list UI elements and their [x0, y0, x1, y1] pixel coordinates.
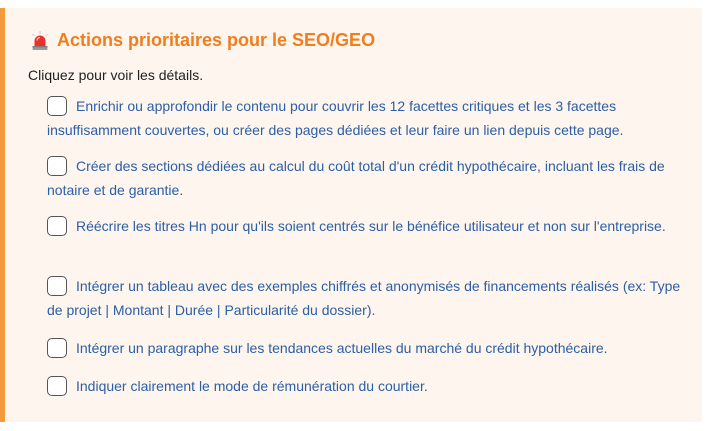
panel-title: Actions prioritaires pour le SEO/GEO: [57, 30, 376, 50]
action-item-1[interactable]: Enrichir ou approfondir le contenu pour …: [47, 94, 692, 142]
action-checkbox-2[interactable]: [47, 156, 67, 176]
action-checkbox-4[interactable]: [47, 276, 67, 296]
action-label-6[interactable]: Indiquer clairement le mode de rémunérat…: [76, 378, 428, 394]
panel-header: Actions prioritaires pour le SEO/GEO: [31, 30, 375, 51]
action-item-2[interactable]: Créer des sections dédiées au calcul du …: [47, 154, 692, 202]
action-label-4[interactable]: Intégrer un tableau avec des exemples ch…: [47, 278, 680, 318]
panel-subtitle: Cliquez pour voir les détails.: [28, 67, 204, 83]
action-item-5[interactable]: Intégrer un paragraphe sur les tendances…: [47, 336, 692, 360]
action-label-2[interactable]: Créer des sections dédiées au calcul du …: [47, 158, 665, 198]
action-label-1[interactable]: Enrichir ou approfondir le contenu pour …: [47, 98, 623, 138]
action-label-3[interactable]: Réécrire les titres Hn pour qu'ils soien…: [76, 218, 666, 234]
action-checkbox-6[interactable]: [47, 376, 67, 396]
action-item-3[interactable]: Réécrire les titres Hn pour qu'ils soien…: [47, 214, 692, 238]
action-label-5[interactable]: Intégrer un paragraphe sur les tendances…: [76, 340, 608, 356]
action-checkbox-5[interactable]: [47, 338, 67, 358]
action-checkbox-1[interactable]: [47, 96, 67, 116]
action-item-4[interactable]: Intégrer un tableau avec des exemples ch…: [47, 274, 692, 322]
priority-actions-panel: Actions prioritaires pour le SEO/GEO Cli…: [0, 8, 702, 422]
action-checkbox-3[interactable]: [47, 216, 67, 236]
action-item-6[interactable]: Indiquer clairement le mode de rémunérat…: [47, 374, 692, 398]
siren-icon: [31, 30, 49, 51]
